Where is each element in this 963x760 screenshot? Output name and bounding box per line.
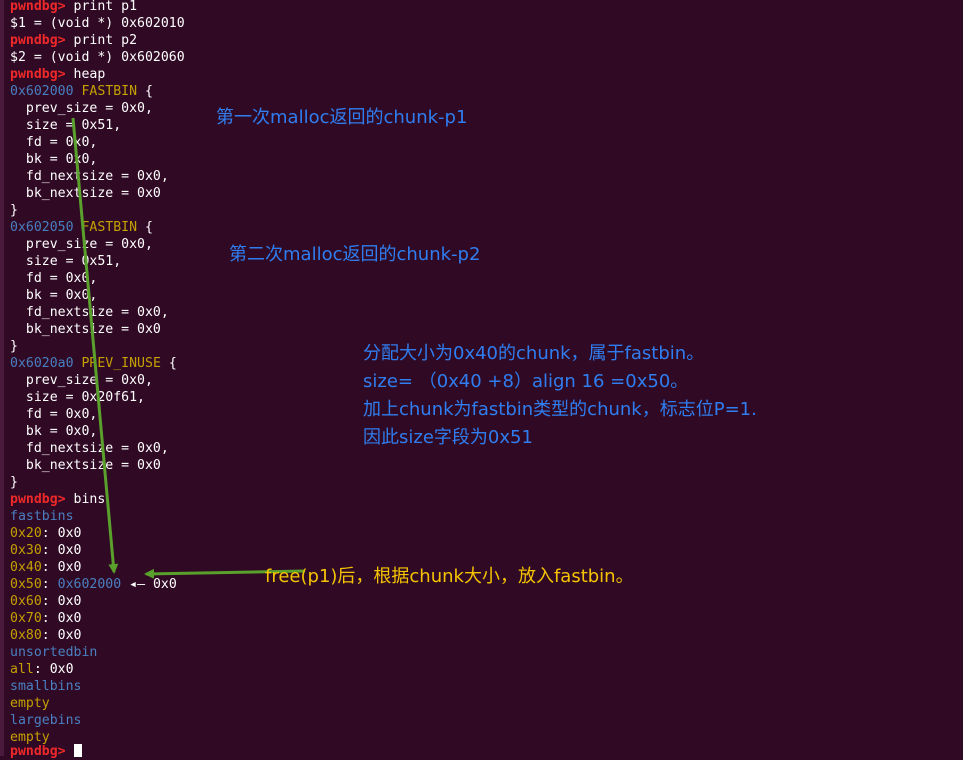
arrow-down [71, 117, 119, 574]
annotation-chunk-p2: 第二次malloc返回的chunk-p2 [229, 244, 481, 265]
annotation-size-line3: 加上chunk为fastbin类型的chunk，标志位P=1. [363, 399, 757, 420]
annotation-size-line1: 分配大小为0x40的chunk，属于fastbin。 [363, 343, 705, 364]
annotation-chunk-p1: 第一次malloc返回的chunk-p1 [216, 107, 468, 128]
annotation-free-p1: free(p1)后，根据chunk大小，放入fastbin。 [265, 566, 634, 587]
annotation-size-line2: size= （0x40 +8）align 16 =0x50。 [363, 371, 689, 392]
annotation-size-line4: 因此size字段为0x51 [363, 427, 533, 448]
